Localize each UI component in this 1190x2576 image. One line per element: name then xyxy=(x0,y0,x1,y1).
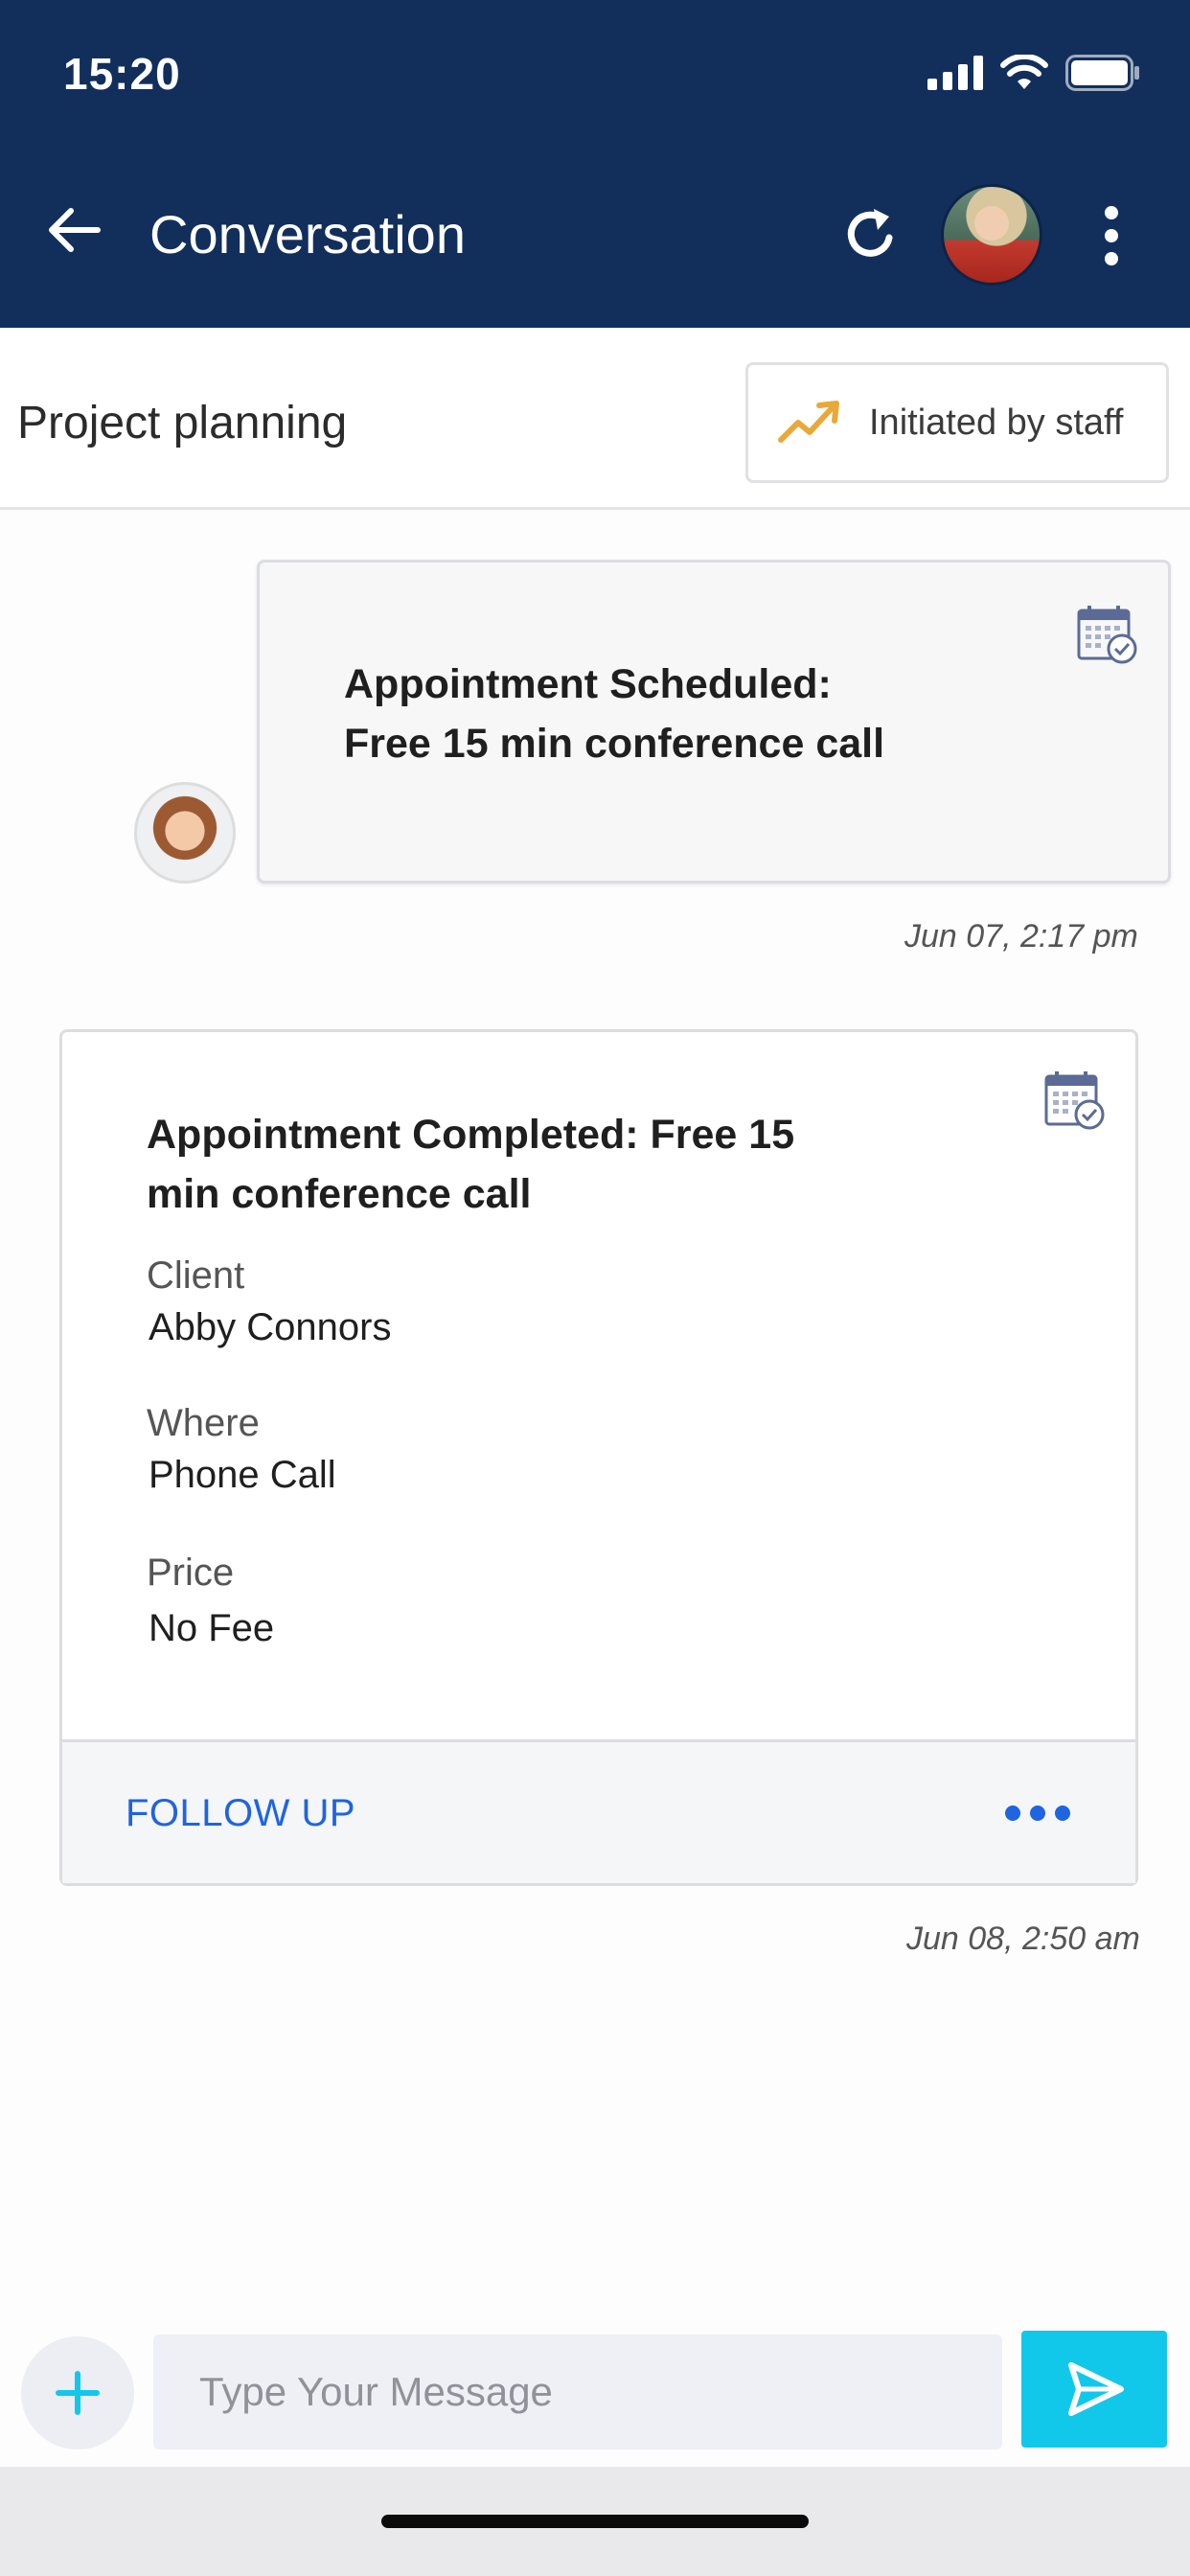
page-title: Conversation xyxy=(149,204,466,264)
plus-icon xyxy=(56,2371,100,2415)
message-input[interactable] xyxy=(153,2334,1002,2450)
appointment-scheduled-text: Appointment Scheduled: Free 15 min confe… xyxy=(344,655,884,773)
initiated-by-label: Initiated by staff xyxy=(869,402,1124,443)
message-timestamp: Jun 07, 2:17 pm xyxy=(904,918,1138,954)
topic-title: Project planning xyxy=(17,398,348,448)
where-value: Phone Call xyxy=(149,1454,336,1496)
topic-bar: Project planning Initiated by staff xyxy=(0,328,1190,510)
appointment-completed-title: Appointment Completed: Free 15 min confe… xyxy=(147,1112,795,1217)
status-time: 15:20 xyxy=(63,49,181,99)
initiated-by-badge: Initiated by staff xyxy=(745,362,1169,483)
price-label: Price xyxy=(147,1552,235,1594)
appointment-completed-card[interactable]: Appointment Completed: Free 15 min confe… xyxy=(59,1029,1138,1886)
calendar-check-icon xyxy=(1044,1071,1105,1130)
follow-up-button[interactable]: FOLLOW UP xyxy=(126,1792,355,1835)
home-indicator[interactable] xyxy=(381,2515,809,2528)
client-label: Client xyxy=(147,1254,245,1297)
refresh-icon[interactable] xyxy=(839,203,903,266)
home-indicator-area xyxy=(0,2467,1190,2576)
more-vertical-icon[interactable] xyxy=(1092,203,1131,268)
send-icon xyxy=(1068,2362,1124,2416)
sender-avatar xyxy=(134,782,236,884)
wifi-icon xyxy=(1000,55,1048,89)
app-header: 15:20 Conversation xyxy=(0,0,1190,328)
status-icons xyxy=(927,54,1140,92)
calendar-check-icon xyxy=(1077,606,1137,664)
add-attachment-button[interactable] xyxy=(21,2336,134,2450)
card-footer: FOLLOW UP xyxy=(62,1739,1135,1883)
cellular-signal-icon xyxy=(927,56,983,90)
appointment-scheduled-card[interactable]: Appointment Scheduled: Free 15 min confe… xyxy=(257,560,1171,884)
send-button[interactable] xyxy=(1021,2331,1167,2448)
appointment-scheduled-heading: Appointment Scheduled: xyxy=(344,661,832,707)
more-horizontal-icon[interactable] xyxy=(1003,1794,1072,1832)
message-composer xyxy=(0,2319,1190,2467)
appointment-scheduled-service: Free 15 min conference call xyxy=(344,721,885,767)
user-avatar[interactable] xyxy=(941,184,1042,286)
price-value: No Fee xyxy=(149,1607,275,1649)
trending-up-icon xyxy=(778,401,839,443)
battery-icon xyxy=(1065,55,1139,91)
client-value: Abby Connors xyxy=(149,1306,392,1348)
where-label: Where xyxy=(147,1402,260,1444)
message-timestamp: Jun 08, 2:50 am xyxy=(906,1920,1140,1957)
back-arrow-icon[interactable] xyxy=(44,199,105,261)
